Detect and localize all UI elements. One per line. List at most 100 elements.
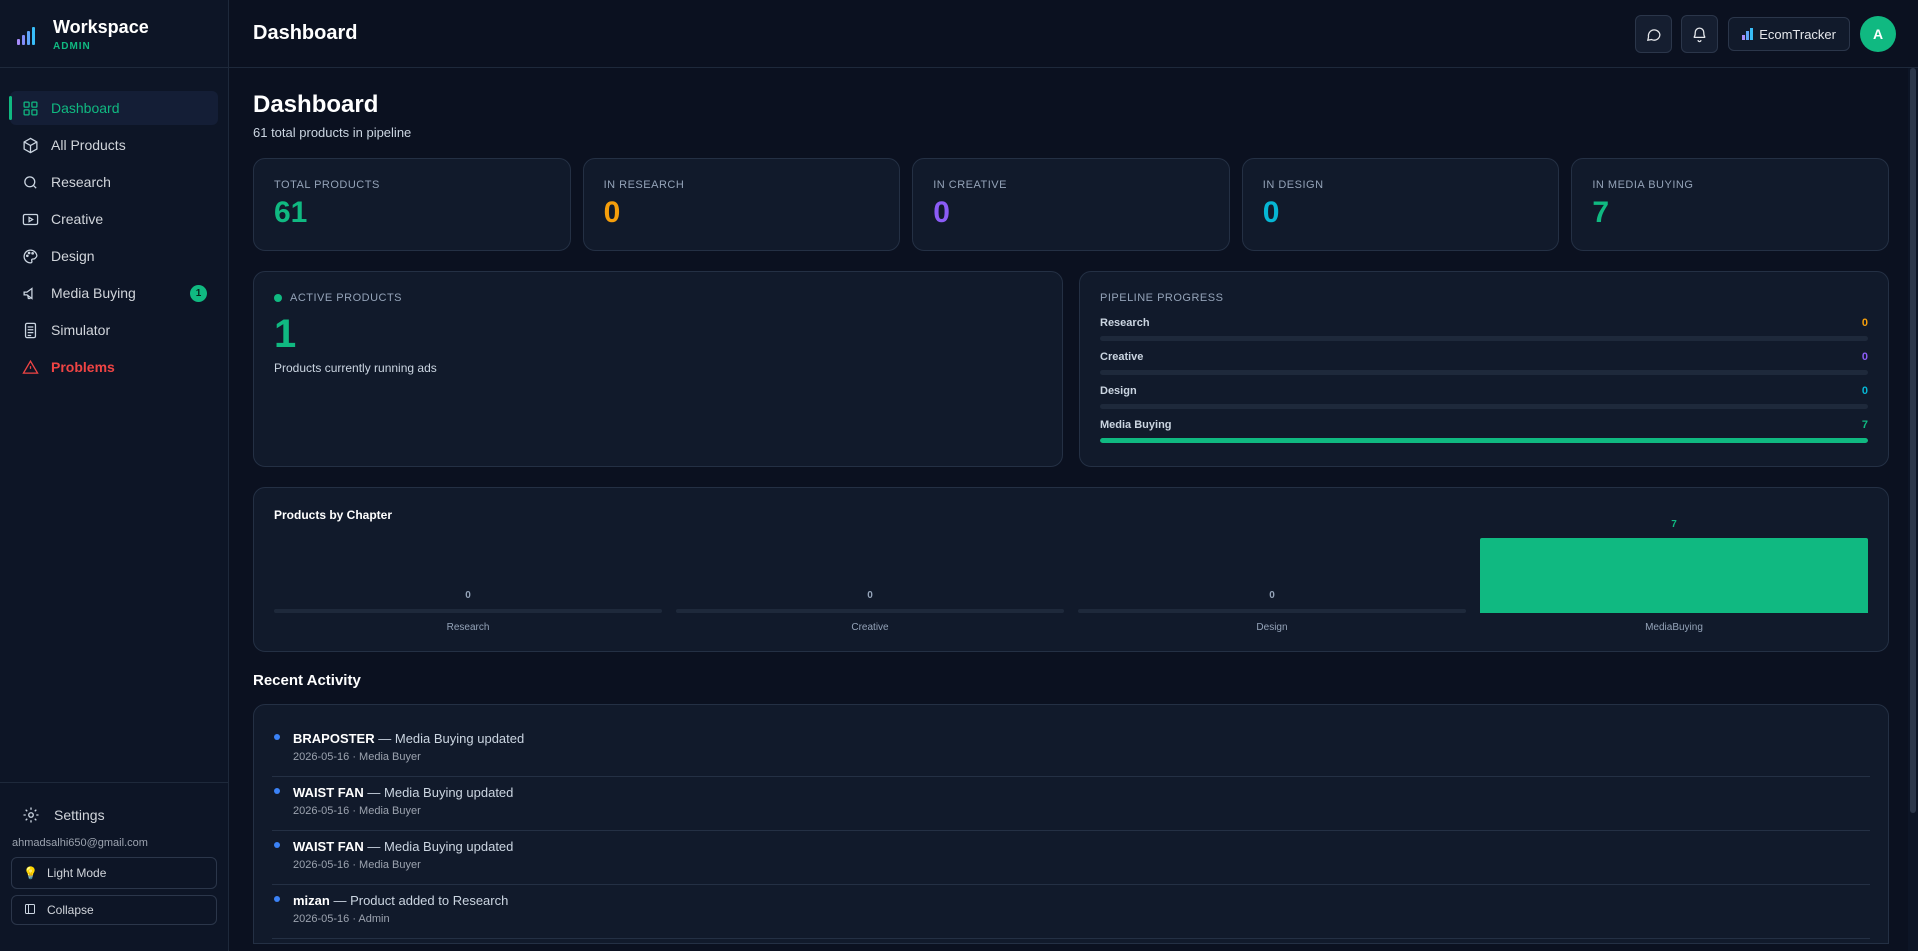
- megaphone-icon: [21, 284, 39, 302]
- sidebar-footer: Settings ahmadsalhi650@gmail.com 💡 Light…: [0, 782, 228, 925]
- sidebar-item-simulator[interactable]: Simulator: [10, 313, 218, 347]
- stat-value: 0: [603, 196, 621, 229]
- brand: Workspace ADMIN: [0, 0, 228, 68]
- stat-value: 0: [1262, 196, 1280, 229]
- pipeline-label: Research: [1100, 317, 1150, 329]
- sidebar: Workspace ADMIN Dashboard All Products R…: [0, 0, 229, 951]
- sidebar-item-media-buying[interactable]: Media Buying 1: [10, 276, 218, 310]
- brand-title: Workspace: [53, 16, 149, 37]
- gear-icon: [23, 807, 39, 823]
- activity-action: — Product added to Research: [333, 893, 509, 908]
- page-subtitle: 61 total products in pipeline: [253, 125, 412, 140]
- activity-item[interactable]: BRAPOSTER — Media Buying updated 2026-05…: [272, 723, 1870, 777]
- sidebar-item-label: All Products: [51, 137, 126, 153]
- active-products-subtitle: Products currently running ads: [274, 361, 437, 375]
- activity-dot-icon: [274, 842, 280, 848]
- activity-item[interactable]: WAIST FAN — Media Buying updated 2026-05…: [272, 777, 1870, 831]
- sidebar-collapse-icon: [23, 903, 37, 918]
- progress-track: [1100, 438, 1868, 443]
- grid-icon: [21, 99, 39, 117]
- page-title: Dashboard: [253, 91, 379, 118]
- stat-card-in-design: IN DESIGN 0: [1241, 158, 1560, 251]
- activity-item[interactable]: WAIST FAN — Media Buying updated 2026-05…: [272, 831, 1870, 885]
- pipeline-label: Design: [1100, 385, 1137, 397]
- sidebar-item-all-products[interactable]: All Products: [10, 128, 218, 162]
- header-actions: EcomTracker A: [1626, 15, 1896, 53]
- bar-column: 0 Research: [274, 518, 662, 653]
- stat-card-in-research: IN RESEARCH 0: [582, 158, 901, 251]
- bar-category-label: Design: [1256, 622, 1288, 633]
- bar-data-label: 0: [1269, 590, 1275, 601]
- ecomtracker-label: EcomTracker: [1759, 26, 1836, 42]
- bar-chart-icon: [1742, 28, 1754, 40]
- stat-label: TOTAL PRODUCTS: [274, 179, 380, 191]
- calculator-icon: [21, 321, 39, 339]
- bar-category-label: MediaBuying: [1645, 622, 1703, 633]
- user-avatar[interactable]: A: [1860, 16, 1896, 52]
- pipeline-row-research: Research 0: [1100, 317, 1868, 341]
- search-icon: [21, 173, 39, 191]
- sidebar-item-dashboard[interactable]: Dashboard: [9, 91, 218, 125]
- sidebar-item-creative[interactable]: Creative: [10, 202, 218, 236]
- settings-link[interactable]: Settings: [0, 790, 228, 840]
- sidebar-item-research[interactable]: Research: [10, 165, 218, 199]
- pipeline-value: 0: [1861, 317, 1868, 329]
- chat-button[interactable]: [1635, 15, 1673, 53]
- stat-card-total-products: TOTAL PRODUCTS 61: [253, 158, 571, 251]
- progress-track: [1100, 336, 1868, 341]
- sidebar-item-design[interactable]: Design: [10, 239, 218, 273]
- sidebar-item-label: Simulator: [51, 322, 111, 338]
- sidebar-item-problems[interactable]: Problems: [10, 350, 218, 384]
- light-mode-button[interactable]: 💡 Light Mode: [11, 857, 217, 889]
- brand-role: ADMIN: [53, 40, 91, 52]
- bar-column: 0 Design: [1078, 518, 1466, 653]
- pipeline-label: Media Buying: [1100, 419, 1172, 431]
- pipeline-value: 0: [1861, 385, 1868, 397]
- notifications-button[interactable]: [1681, 15, 1719, 53]
- sidebar-item-label: Creative: [51, 211, 104, 227]
- user-email: ahmadsalhi650@gmail.com: [12, 837, 148, 849]
- active-products-value: 1: [274, 312, 297, 356]
- activity-product: WAIST FAN: [293, 785, 364, 800]
- box-icon: [21, 136, 39, 154]
- video-icon: [21, 210, 39, 228]
- pipeline-row-media-buying: Media Buying 7: [1100, 419, 1868, 443]
- header-title: Dashboard: [253, 22, 358, 44]
- stat-card-in-media-buying: IN MEDIA BUYING 7: [1571, 158, 1889, 251]
- bar-track: [1078, 609, 1466, 613]
- activity-dot-icon: [274, 734, 280, 740]
- activity-dot-icon: [274, 788, 280, 794]
- sidebar-item-label: Problems: [51, 359, 115, 375]
- collapse-button[interactable]: Collapse: [11, 895, 217, 925]
- sidebar-nav: Dashboard All Products Research Creative…: [0, 68, 228, 384]
- scrollbar-thumb[interactable]: [1910, 68, 1916, 813]
- bar-column: 7 MediaBuying: [1480, 518, 1868, 653]
- page-scrollbar[interactable]: [1908, 68, 1918, 951]
- notification-badge: 1: [190, 285, 207, 302]
- chart-logo-icon: [17, 23, 39, 45]
- bar-track: [274, 609, 662, 613]
- activity-item[interactable]: mizan — Product added to Research 2026-0…: [272, 885, 1870, 939]
- active-products-label: ACTIVE PRODUCTS: [290, 292, 403, 304]
- recent-activity-title: Recent Activity: [253, 672, 361, 689]
- bar-category-label: Research: [446, 622, 490, 633]
- chat-icon: [1647, 28, 1661, 41]
- stat-value: 7: [1592, 196, 1610, 229]
- status-dot-icon: [274, 294, 282, 302]
- stats-row: TOTAL PRODUCTS 61 IN RESEARCH 0 IN CREAT…: [253, 158, 1889, 251]
- sidebar-item-label: Dashboard: [51, 100, 120, 116]
- activity-meta: 2026-05-16 · Media Buyer: [293, 805, 421, 817]
- bell-icon: [1693, 26, 1706, 42]
- pipeline-value: 7: [1861, 419, 1868, 431]
- bar-data-label: 0: [867, 590, 873, 601]
- activity-meta: 2026-05-16 · Admin: [293, 913, 390, 925]
- ecomtracker-button[interactable]: EcomTracker: [1728, 17, 1850, 51]
- top-header: Dashboard EcomTracker A: [229, 0, 1918, 68]
- progress-track: [1100, 404, 1868, 409]
- collapse-label: Collapse: [47, 903, 94, 917]
- pipeline-row-creative: Creative 0: [1100, 351, 1868, 375]
- stat-label: IN MEDIA BUYING: [1592, 179, 1694, 191]
- pipeline-row-design: Design 0: [1100, 385, 1868, 409]
- stat-label: IN RESEARCH: [603, 179, 685, 191]
- pipeline-progress-card: PIPELINE PROGRESS Research 0 Creative 0 De…: [1079, 271, 1889, 467]
